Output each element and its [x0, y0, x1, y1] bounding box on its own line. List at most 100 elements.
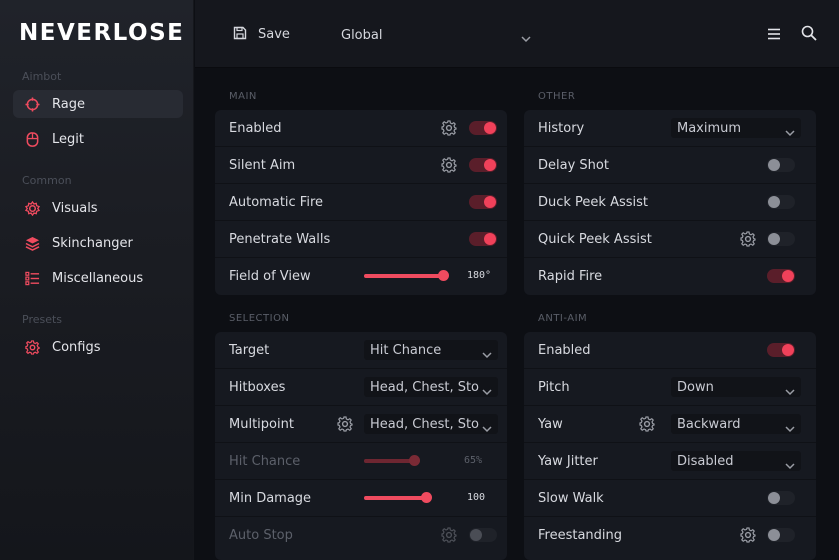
- dropdown-value: Backward: [677, 417, 741, 432]
- other-panel: History Maximum Delay Shot Duck Peek Ass…: [524, 110, 816, 295]
- sidebar-item-label: Configs: [52, 339, 101, 355]
- row-quick-peek-assist: Quick Peek Assist: [524, 221, 816, 258]
- sidebar-item-legit[interactable]: Legit: [13, 125, 183, 153]
- config-dropdown[interactable]: Global: [341, 25, 531, 45]
- history-dropdown[interactable]: Maximum: [671, 118, 801, 138]
- pitch-dropdown[interactable]: Down: [671, 377, 801, 397]
- row-multipoint: Multipoint Head, Chest, Stomach: [215, 406, 507, 443]
- automatic-fire-toggle[interactable]: [469, 195, 497, 209]
- main-section-title: MAIN: [229, 91, 257, 102]
- row-automatic-fire: Automatic Fire: [215, 184, 507, 221]
- antiaim-section-title: ANTI-AIM: [538, 313, 588, 324]
- settings-gear-icon[interactable]: [639, 416, 655, 432]
- antiaim-panel: Enabled Pitch Down Yaw Backward Yaw Jitt…: [524, 332, 816, 560]
- sidebar-item-rage[interactable]: Rage: [13, 90, 183, 118]
- dropdown-value: Head, Chest, Stomach: [370, 380, 480, 395]
- dropdown-value: Head, Chest, Stomach: [370, 417, 480, 432]
- quick-peek-assist-toggle[interactable]: [767, 232, 795, 246]
- row-label: Quick Peek Assist: [538, 231, 652, 247]
- sidebar-item-label: Visuals: [52, 200, 98, 216]
- enabled-toggle[interactable]: [469, 121, 497, 135]
- row-label: Yaw Jitter: [538, 453, 598, 469]
- row-duck-peek-assist: Duck Peek Assist: [524, 184, 816, 221]
- hamburger-menu-icon[interactable]: [767, 26, 781, 45]
- row-min-damage: Min Damage 100: [215, 480, 507, 517]
- chevron-down-icon: [785, 381, 795, 400]
- row-label: Silent Aim: [229, 157, 296, 173]
- row-hit-chance: Hit Chance 65%: [215, 443, 507, 480]
- min-damage-slider[interactable]: [364, 492, 432, 503]
- row-hitboxes: Hitboxes Head, Chest, Stomach: [215, 369, 507, 406]
- row-label: Yaw: [538, 416, 563, 432]
- sidebar-item-miscellaneous[interactable]: Miscellaneous: [13, 264, 183, 292]
- settings-gear-icon[interactable]: [337, 416, 353, 432]
- row-label: Hitboxes: [229, 379, 286, 395]
- row-label: Slow Walk: [538, 490, 604, 506]
- row-slow-walk: Slow Walk: [524, 480, 816, 517]
- section-title-aimbot: Aimbot: [22, 70, 62, 83]
- field-of-view-slider[interactable]: [364, 270, 449, 281]
- row-penetrate-walls: Penetrate Walls: [215, 221, 507, 258]
- other-section-title: OTHER: [538, 91, 576, 102]
- chevron-down-icon: [521, 28, 531, 47]
- sidebar-item-label: Skinchanger: [52, 235, 133, 251]
- settings-gear-icon[interactable]: [441, 527, 457, 543]
- slow-walk-toggle[interactable]: [767, 491, 795, 505]
- silent-aim-toggle[interactable]: [469, 158, 497, 172]
- top-bar: Save Global: [195, 0, 839, 68]
- rapid-fire-toggle[interactable]: [767, 269, 795, 283]
- sidebar-item-label: Rage: [52, 96, 85, 112]
- settings-gear-icon[interactable]: [740, 527, 756, 543]
- hit-chance-slider[interactable]: [364, 455, 420, 466]
- target-dropdown[interactable]: Hit Chance: [364, 340, 498, 360]
- row-label: Auto Stop: [229, 528, 293, 543]
- main-area: Save Global MAIN Enabled Silent Aim Auto…: [195, 0, 839, 560]
- antiaim-enabled-toggle[interactable]: [767, 343, 795, 357]
- slider-value: 65%: [464, 455, 483, 466]
- sun-icon: [24, 200, 40, 216]
- section-title-presets: Presets: [22, 313, 63, 326]
- settings-gear-icon[interactable]: [740, 231, 756, 247]
- search-icon[interactable]: [801, 25, 817, 45]
- dropdown-value: Disabled: [677, 454, 734, 469]
- layers-icon: [24, 235, 40, 251]
- chevron-down-icon: [482, 418, 492, 437]
- row-history: History Maximum: [524, 110, 816, 147]
- row-label: Freestanding: [538, 528, 623, 543]
- app-window: NEVERLOSE Aimbot Rage Legit Common Visua…: [0, 0, 839, 560]
- row-pitch: Pitch Down: [524, 369, 816, 406]
- row-label: Min Damage: [229, 490, 312, 506]
- row-label: Duck Peek Assist: [538, 194, 649, 210]
- row-label: Hit Chance: [229, 453, 301, 469]
- row-delay-shot: Delay Shot: [524, 147, 816, 184]
- sidebar-item-skinchanger[interactable]: Skinchanger: [13, 229, 183, 257]
- hitboxes-dropdown[interactable]: Head, Chest, Stomach: [364, 377, 498, 397]
- row-auto-stop: Auto Stop: [215, 517, 507, 554]
- yaw-dropdown[interactable]: Backward: [671, 414, 801, 434]
- duck-peek-assist-toggle[interactable]: [767, 195, 795, 209]
- sidebar-item-label: Legit: [52, 131, 84, 147]
- auto-stop-toggle[interactable]: [469, 528, 497, 542]
- selection-panel: Target Hit Chance Hitboxes Head, Chest, …: [215, 332, 507, 560]
- floppy-icon: [233, 25, 247, 44]
- row-field-of-view: Field of View 180°: [215, 258, 507, 295]
- yaw-jitter-dropdown[interactable]: Disabled: [671, 451, 801, 471]
- selection-section-title: SELECTION: [229, 313, 290, 324]
- freestanding-toggle[interactable]: [767, 528, 795, 542]
- penetrate-walls-toggle[interactable]: [469, 232, 497, 246]
- delay-shot-toggle[interactable]: [767, 158, 795, 172]
- multipoint-dropdown[interactable]: Head, Chest, Stomach: [364, 414, 498, 434]
- gear-icon: [24, 339, 40, 355]
- config-value: Global: [341, 27, 383, 43]
- settings-gear-icon[interactable]: [441, 120, 457, 136]
- crosshair-icon: [24, 96, 40, 112]
- save-button[interactable]: Save: [233, 25, 290, 44]
- row-yaw-jitter: Yaw Jitter Disabled: [524, 443, 816, 480]
- slider-value: 180°: [467, 270, 492, 281]
- sidebar-item-configs[interactable]: Configs: [13, 333, 183, 361]
- settings-gear-icon[interactable]: [441, 157, 457, 173]
- sidebar-item-visuals[interactable]: Visuals: [13, 194, 183, 222]
- row-label: Delay Shot: [538, 157, 609, 173]
- row-label: Automatic Fire: [229, 194, 324, 210]
- row-label: Rapid Fire: [538, 269, 603, 284]
